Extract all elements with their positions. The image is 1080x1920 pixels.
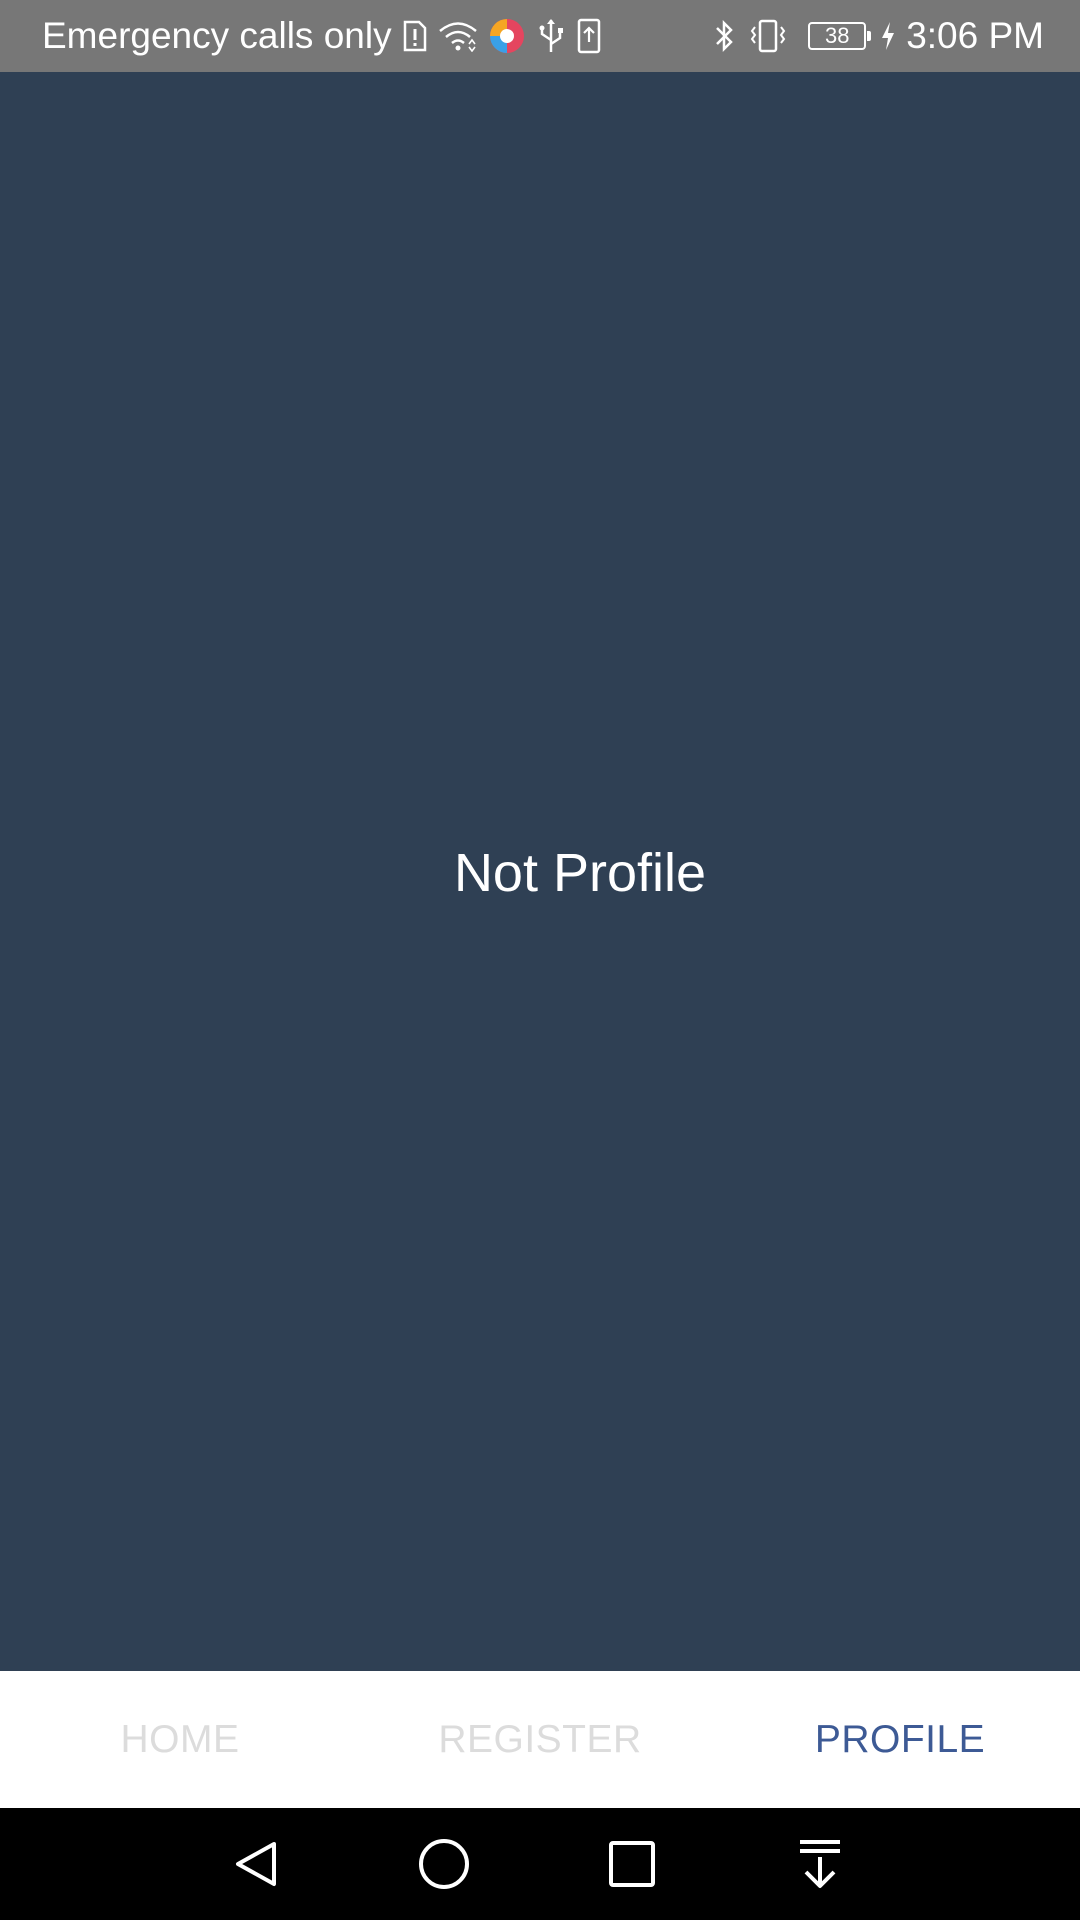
navigation-bar (0, 1808, 1080, 1920)
battery-icon: 38 (808, 22, 872, 50)
status-bar: Emergency calls only 38 3:06 PM (0, 0, 1080, 72)
screenshot-icon (576, 18, 602, 54)
bottom-tab-bar: HOME REGISTER PROFILE (0, 1671, 1080, 1808)
screen: Emergency calls only 38 3:06 PM Not Prof… (0, 0, 1080, 1920)
tab-profile[interactable]: PROFILE (720, 1671, 1080, 1808)
status-bar-right: 38 3:06 PM (712, 15, 1044, 57)
notification-pull-icon[interactable] (790, 1834, 850, 1894)
vibrate-icon (746, 18, 790, 54)
battery-level: 38 (824, 23, 850, 48)
home-icon[interactable] (414, 1834, 474, 1894)
status-bar-left: Emergency calls only (42, 15, 602, 57)
wifi-icon (438, 20, 478, 52)
main-content: Not Profile (0, 72, 1080, 1671)
sim-alert-icon (402, 20, 428, 52)
charging-icon (880, 21, 896, 51)
recents-icon[interactable] (602, 1834, 662, 1894)
bluetooth-icon (712, 18, 736, 54)
tab-home[interactable]: HOME (0, 1671, 360, 1808)
carrier-text: Emergency calls only (42, 15, 392, 56)
usb-icon (536, 18, 566, 54)
clock: 3:06 PM (906, 15, 1044, 56)
back-icon[interactable] (226, 1834, 286, 1894)
app-notification-icon (488, 17, 526, 55)
tab-register[interactable]: REGISTER (360, 1671, 720, 1808)
content-message: Not Profile (453, 842, 707, 903)
